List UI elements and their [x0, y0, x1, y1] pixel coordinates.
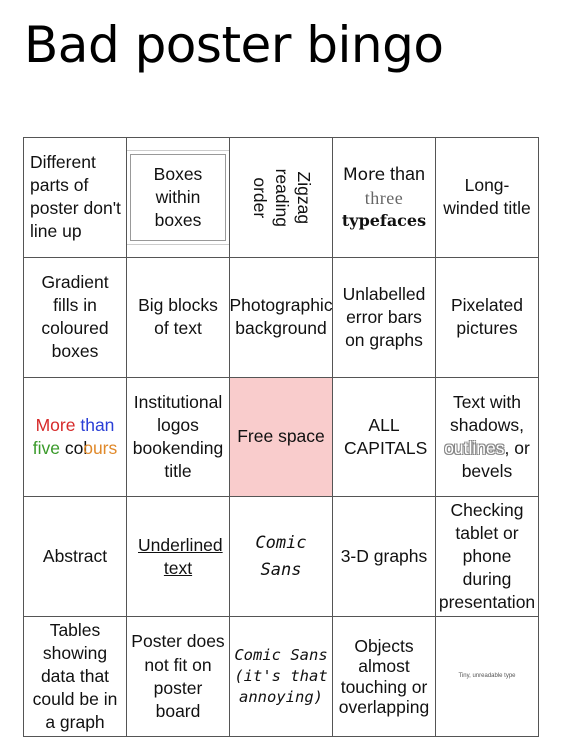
cell-label: Institutional logos bookending title: [132, 391, 224, 482]
cell-word: typefaces: [341, 210, 427, 230]
cell-label: ALL CAPITALS: [344, 414, 428, 458]
bingo-cell: Abstract: [24, 497, 127, 618]
cell-label: Poster does not fit on poster board: [131, 631, 225, 721]
bingo-cell: Tables showing data that could be in a g…: [24, 617, 127, 737]
bingo-cell: Big blocks of text: [127, 257, 230, 378]
page-title: Bad poster bingo: [24, 16, 444, 74]
free-space-cell: Free space: [230, 377, 333, 498]
cell-label: Unlabelled error bars on graphs: [342, 283, 426, 350]
bingo-cell: Checking tablet or phone during presenta…: [436, 497, 539, 618]
cell-label: Gradient fills in coloured boxes: [41, 272, 109, 362]
bingo-cell: Pixelated pictures: [436, 257, 539, 378]
cell-word: than: [80, 414, 115, 435]
bingo-cell: Tiny, unreadable type: [436, 617, 539, 737]
cell-word: ours: [83, 437, 118, 458]
cell-word: More: [35, 414, 76, 435]
cell-label: 3-D graphs: [340, 546, 428, 567]
bingo-cell: Text with shadows, outlines, or bevels: [436, 377, 539, 498]
bingo-cell: Zigzag reading order: [230, 138, 333, 258]
bingo-cell: Long-winded title: [436, 138, 539, 258]
bingo-cell: Comic Sans (it's that annoying): [230, 617, 333, 737]
cell-word: outlines: [444, 437, 505, 458]
bingo-cell: ALL CAPITALS: [333, 377, 436, 498]
cell-label: Boxes within boxes: [130, 153, 226, 242]
bingo-cell: More than five colours: [24, 377, 127, 498]
bingo-cell: Gradient fills in coloured boxes: [24, 257, 127, 378]
bingo-cell: Boxes within boxes: [127, 138, 230, 258]
bingo-cell: Different parts of poster don't line up: [24, 138, 127, 258]
bingo-grid: Different parts of poster don't line up …: [23, 137, 539, 737]
cell-word: five: [32, 437, 60, 458]
cell-label: Big blocks of text: [138, 295, 218, 339]
cell-label-effects: Text with shadows, outlines, or bevels: [439, 391, 535, 483]
cell-label: Objects almost touching or overlapping: [338, 636, 430, 717]
bingo-cell: 3-D graphs: [333, 497, 436, 618]
cell-label: Zigzag reading order: [250, 168, 314, 227]
cell-label: Tables showing data that could be in a g…: [32, 619, 118, 733]
bingo-cell: Photographic background: [230, 257, 333, 378]
cell-label: Comic Sans (it's that annoying): [234, 646, 328, 707]
cell-label: Tiny, unreadable type: [458, 672, 516, 679]
cell-label-fonts: More than three typefaces: [342, 163, 426, 231]
bingo-cell: More than three typefaces: [333, 138, 436, 258]
cell-word: Text with shadows,: [450, 391, 524, 435]
cell-label-colours: More than five colours: [33, 414, 118, 460]
cell-label: Comic Sans: [255, 532, 307, 580]
cell-label: Free space: [237, 426, 325, 447]
cell-label: Long-winded title: [443, 175, 531, 219]
cell-label: Underlined text: [138, 534, 223, 578]
bingo-cell: Institutional logos bookending title: [127, 377, 230, 498]
bingo-cell: Unlabelled error bars on graphs: [333, 257, 436, 378]
cell-label: Photographic background: [230, 295, 333, 339]
bingo-cell: Comic Sans: [230, 497, 333, 618]
cell-word: than: [389, 164, 426, 185]
cell-label: Abstract: [42, 546, 108, 567]
cell-word: More: [342, 165, 386, 186]
bingo-cell: Objects almost touching or overlapping: [333, 617, 436, 737]
cell-label: Pixelated pictures: [451, 295, 523, 339]
bingo-cell: Poster does not fit on poster board: [127, 617, 230, 737]
cell-label: Checking tablet or phone during presenta…: [438, 500, 536, 613]
cell-label: Different parts of poster don't line up: [30, 152, 121, 242]
bingo-cell: Underlined text: [127, 497, 230, 618]
cell-word: three: [364, 187, 404, 208]
